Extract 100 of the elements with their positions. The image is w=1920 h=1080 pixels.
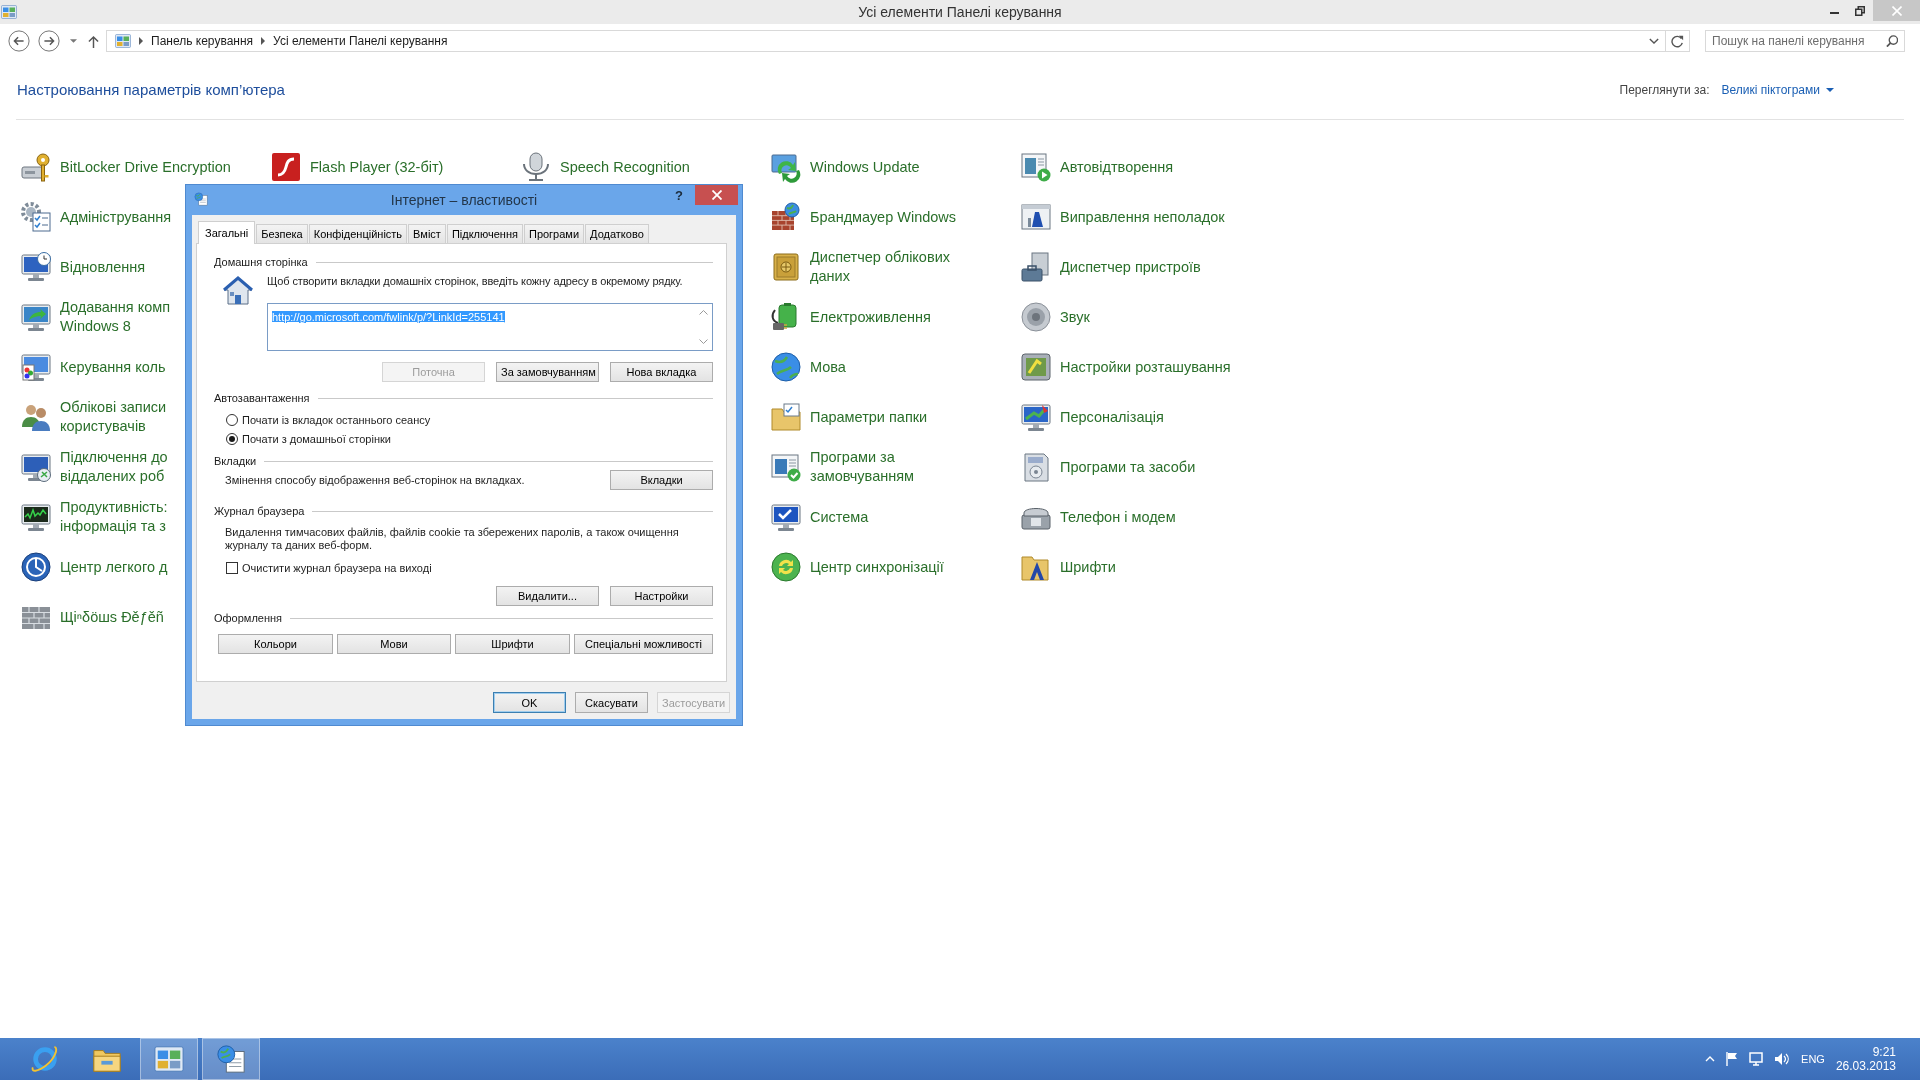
control-panel-item[interactable]: Відновлення [20,251,146,283]
language-indicator[interactable]: ENG [1801,1053,1825,1065]
clock-date[interactable]: 26.03.2013 [1835,1059,1896,1073]
browser-logo-icon [30,1044,60,1074]
control-panel-item[interactable]: Параметри папки [770,401,928,433]
tab[interactable]: Вміст [408,224,446,243]
home-page-button[interactable]: Нова вкладка [610,362,713,382]
control-panel-icon [154,1044,184,1074]
radio-button[interactable] [226,414,238,426]
appearance-button[interactable]: Спеціальні можливості [574,634,713,654]
globe-icon [770,351,802,383]
control-panel-item[interactable]: Продуктивність: інформація та з [20,498,168,536]
help-button[interactable]: ? [675,185,683,203]
monitor-icon[interactable] [1749,1052,1764,1066]
clock-time[interactable]: 9:21 [1872,1045,1896,1059]
microphone-icon [520,151,552,183]
taskbar-app-button[interactable] [202,1038,260,1080]
close-button[interactable] [695,185,738,205]
control-panel-item[interactable]: Мова [770,351,846,383]
control-panel-item[interactable]: Автовідтворення [1020,151,1174,183]
folder-checklist-icon [770,401,802,433]
tabs-settings-button[interactable]: Вкладки [610,470,713,490]
control-panel-item[interactable]: Електроживлення [770,301,931,333]
control-panel-item[interactable]: Додавання комп Windows 8 [20,298,171,336]
radio-label[interactable]: Почати з домашньої сторінки [242,432,391,446]
description-text: Видалення тимчасових файлів, файлів cookie та збережених паролів, а також очищення журналу та даних веб-форм. [224,526,680,552]
chevron-up-icon[interactable] [1705,1056,1716,1062]
checkbox[interactable] [226,562,238,574]
dialog-title: Інтернет – властивості [390,191,538,210]
tab[interactable]: Підключення [446,224,523,243]
control-panel-item[interactable]: Програми за замовчуванням [770,448,915,486]
flag-icon[interactable] [1726,1052,1739,1066]
speaker-icon [1020,301,1052,333]
forward-button[interactable] [37,29,61,53]
monitor-graph-icon [20,501,52,533]
search-icon [1886,35,1898,47]
address-bar[interactable]: Панель керування Усі елементи Панелі керування [106,30,1690,52]
back-button[interactable] [7,29,31,53]
device-screen-icon [1020,351,1052,383]
tab[interactable]: Загальні [198,221,256,244]
control-panel-item[interactable]: Настройки розташування [1020,351,1231,383]
control-panel-item[interactable]: Flash Player (32-біт) [270,151,444,183]
tab[interactable]: Конфіденційність [308,224,408,243]
monitor-clock-icon [20,251,52,283]
history-button[interactable]: Настройки [610,586,713,606]
history-button[interactable]: Видалити... [496,586,599,606]
view-by-dropdown[interactable]: Великі піктограми [1721,83,1834,97]
control-panel-item[interactable]: Windows Update [770,151,920,183]
control-panel-icon [115,33,131,49]
control-panel-item[interactable]: Телефон і модем [1020,501,1176,533]
tab[interactable]: Програми [523,224,585,243]
gear-checklist-icon [20,201,52,233]
taskbar-app-button[interactable] [140,1038,198,1080]
search-field[interactable]: Пошук на панелі керування [1705,30,1905,52]
window-play-icon [1020,151,1052,183]
radio-button[interactable] [226,433,238,445]
control-panel-item[interactable]: Система [770,501,869,533]
dialog-footer-button[interactable]: Скасувати [575,692,648,713]
restore-icon [1855,5,1865,16]
dialog-footer-button[interactable]: OK [493,692,566,713]
control-panel-item[interactable]: Програми та засоби [1020,451,1196,483]
control-panel-item[interactable]: Звук [1020,301,1090,333]
control-panel-item[interactable]: Speech Recognition [520,151,690,183]
sync-icon [770,551,802,583]
breadcrumb-item[interactable]: Усі елементи Панелі керування [271,34,450,48]
scroll-down-icon[interactable] [699,339,708,344]
globe-document-icon [194,192,208,206]
section-heading: Журнал браузера [214,504,305,518]
scroll-up-icon[interactable] [699,310,708,315]
hint-text: Щоб створити вкладки домашніх сторінок, введіть кожну адресу в окремому рядку. [267,274,684,288]
brick-wall-globe-icon [770,201,802,233]
control-panel-item[interactable]: Шрифти [1020,551,1116,583]
minimize-icon [1829,12,1839,14]
refresh-icon [1671,34,1684,48]
control-panel-item[interactable]: Диспетчер пристроїв [1020,251,1201,283]
tab[interactable]: Додатково [585,224,649,243]
appearance-button[interactable]: Шрифти [455,634,570,654]
control-panel-item[interactable]: Адміністрування [20,201,172,233]
control-panel-item[interactable]: Керування коль [20,351,166,383]
control-panel-item[interactable]: Центр синхронізації [770,551,944,583]
control-panel-item[interactable]: Щіⁿδöшѕ Ðěƒěñ [20,601,164,633]
appearance-button[interactable]: Кольори [218,634,333,654]
description-text: Змінення способу відображення веб-сторінок на вкладках. [225,473,525,487]
appearance-button[interactable]: Мови [337,634,451,654]
breadcrumb-item[interactable]: Панель керування [149,34,256,48]
control-panel-item[interactable]: BitLocker Drive Encryption [20,151,231,183]
control-panel-item[interactable]: Персоналізація [1020,401,1164,433]
clock-icon [20,551,52,583]
checkbox-label[interactable]: Очистити журнал браузера на виході [242,561,432,575]
control-panel-item[interactable]: Брандмауер Windows [770,201,957,233]
control-panel-item[interactable]: Центр легкого д [20,551,168,583]
radio-label[interactable]: Почати із вкладок останнього сеансу [242,413,431,427]
control-panel-item[interactable]: Виправлення неполадок [1020,201,1225,233]
control-panel-item[interactable]: Підключення до віддалених роб [20,448,168,486]
tab[interactable]: Безпека [256,224,308,243]
control-panel-item[interactable]: Облікові записи користувачів [20,398,167,436]
home-page-button[interactable]: За замовчуванням [496,362,599,382]
section-heading: Автозавантаження [214,391,310,405]
control-panel-item[interactable]: Диспетчер облікових даних [770,248,950,286]
volume-icon[interactable] [1774,1052,1791,1066]
